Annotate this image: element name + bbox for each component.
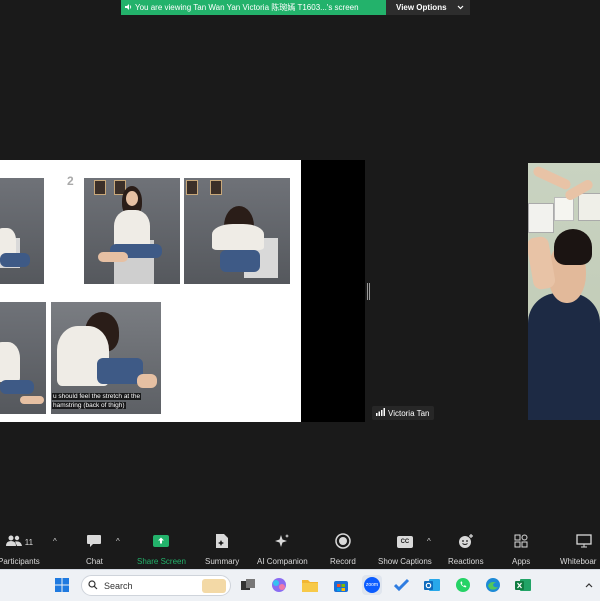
video-caption: u should feel the stretch at the hamstri… (52, 392, 160, 410)
view-options-label: View Options (396, 3, 447, 12)
apps-icon (514, 534, 528, 550)
exercise-photo-4 (0, 302, 46, 414)
exercise-photo-2 (84, 178, 180, 284)
shared-screen: u should feel the stretch at the hamstri… (0, 160, 301, 422)
share-screen-button[interactable]: Share Screen (137, 533, 186, 566)
whatsapp-icon[interactable] (453, 575, 473, 595)
smiley-plus-icon (458, 533, 474, 551)
caption-line-1: u should feel the stretch at the (52, 393, 142, 400)
record-icon (335, 533, 351, 551)
search-placeholder: Search (104, 580, 133, 591)
record-button[interactable]: Record (330, 533, 356, 566)
chevron-up-icon[interactable]: ^ (116, 537, 120, 546)
taskbar-search[interactable]: Search (81, 575, 231, 596)
exercise-photo-3 (184, 178, 290, 284)
participant-tile-blank (301, 160, 365, 422)
chat-icon (86, 534, 102, 550)
people-icon (5, 535, 23, 549)
caption-line-2: hamstring (back of thigh) (52, 402, 126, 409)
todo-check-icon[interactable] (392, 575, 412, 595)
task-view-icon[interactable] (238, 575, 258, 595)
participant-name: Victoria Tan (388, 408, 430, 418)
ai-companion-button[interactable]: AI Companion (257, 533, 308, 566)
copilot-icon[interactable] (269, 575, 289, 595)
edge-icon[interactable] (483, 575, 503, 595)
share-screen-label: Share Screen (137, 557, 186, 566)
participants-label: Participants (0, 557, 40, 566)
zoom-icon-badge: zoom (364, 577, 380, 593)
meeting-toolbar: 11 Participants ^ Chat ^ Share Screen Su… (0, 531, 600, 569)
ai-companion-label: AI Companion (257, 557, 308, 566)
exercise-photo-5: u should feel the stretch at the hamstri… (51, 302, 161, 414)
participants-count: 11 (24, 537, 34, 547)
show-captions-button[interactable]: CC Show Captions (378, 533, 432, 566)
participants-button[interactable]: 11 Participants (0, 533, 40, 566)
share-screen-icon (153, 534, 170, 550)
system-tray-chevron-icon[interactable] (582, 575, 596, 595)
file-explorer-icon[interactable] (300, 575, 320, 595)
exercise-photo-1 (0, 178, 44, 284)
chevron-up-icon[interactable]: ^ (427, 537, 431, 546)
windows-start-icon[interactable] (52, 575, 72, 595)
viewing-message: You are viewing Tan Wan Yan Victoria 陈琬嫣… (121, 0, 386, 15)
summary-button[interactable]: Summary (205, 533, 239, 566)
summary-icon (215, 533, 229, 551)
excel-icon[interactable] (513, 575, 533, 595)
whiteboards-label: Whiteboar (560, 557, 597, 566)
windows-taskbar: Search zoom (0, 569, 600, 601)
screen-share-banner: You are viewing Tan Wan Yan Victoria 陈琬嫣… (121, 0, 470, 15)
reactions-button[interactable]: Reactions (448, 533, 484, 566)
closed-captions-icon: CC (396, 536, 413, 548)
whiteboards-button[interactable]: Whiteboar (560, 533, 596, 566)
signal-bars-icon (376, 408, 385, 418)
record-label: Record (330, 557, 356, 566)
speaker-icon (125, 3, 133, 13)
whiteboard-icon (576, 534, 592, 550)
resize-handle[interactable] (367, 283, 371, 300)
banner-text: You are viewing Tan Wan Yan Victoria 陈琬嫣… (135, 3, 359, 12)
apps-label: Apps (512, 557, 531, 566)
zoom-app-icon[interactable]: zoom (362, 575, 382, 595)
chat-button[interactable]: Chat (86, 533, 103, 566)
reactions-label: Reactions (448, 557, 484, 566)
chat-label: Chat (86, 557, 103, 566)
search-icon (88, 579, 98, 592)
sparkle-icon (274, 533, 290, 551)
step-number: 2 (67, 174, 74, 188)
view-options-button[interactable]: View Options (386, 0, 470, 15)
search-highlight-icon (202, 578, 226, 593)
show-captions-label: Show Captions (378, 557, 432, 566)
summary-label: Summary (205, 557, 240, 566)
store-icon[interactable] (331, 575, 351, 595)
chevron-up-icon[interactable]: ^ (53, 537, 57, 546)
outlook-icon[interactable] (422, 575, 442, 595)
participant-name-tag: Victoria Tan (372, 406, 434, 420)
apps-button[interactable]: Apps (512, 533, 530, 566)
participant-video (528, 163, 600, 420)
chevron-down-icon (457, 3, 464, 12)
